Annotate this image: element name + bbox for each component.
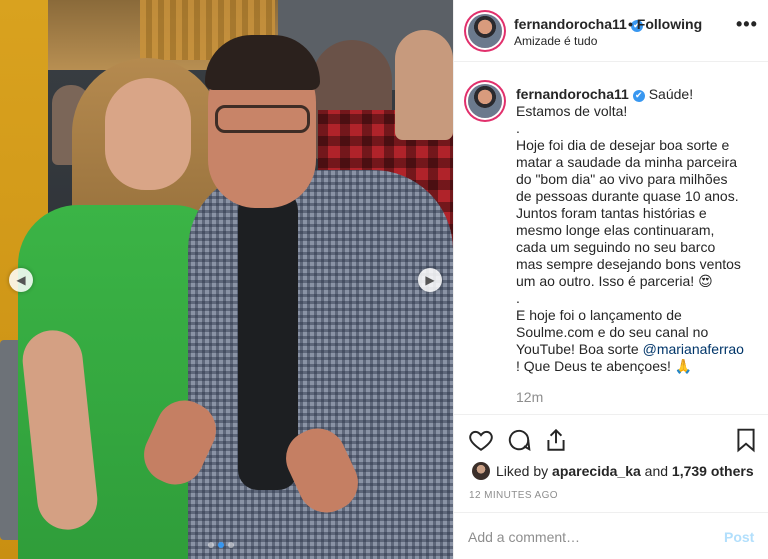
previous-photo-button[interactable]: ◀ (9, 268, 33, 292)
likes-count-link[interactable]: 1,739 others (672, 463, 754, 479)
caption-line: um ao outro. Isso é parceria! 😍 (516, 273, 713, 289)
liked-by-prefix: Liked by (496, 463, 549, 479)
background-person (395, 30, 453, 140)
caption-line: de pessoas durante quase 10 anos. (516, 188, 739, 204)
caption-line: do "bom dia" ao vivo para milhões (516, 171, 728, 187)
following-button[interactable]: Following (637, 16, 702, 32)
caption-line: Estamos de volta! (516, 103, 628, 119)
caption-line: cada um seguindo no seu barco (516, 239, 716, 255)
liker-avatar[interactable] (472, 462, 490, 480)
mention-link[interactable]: @marianaferrao (643, 341, 744, 357)
caption-line: . (516, 290, 520, 306)
liked-by-summary: Liked by aparecida_ka and 1,739 others (472, 462, 754, 480)
post-timestamp[interactable]: 12 MINUTES AGO (469, 490, 558, 501)
avatar[interactable] (468, 84, 502, 118)
caption-line: matar a saudade da minha parceira (516, 154, 738, 170)
comment-icon[interactable] (506, 427, 532, 453)
comment-input[interactable] (468, 527, 698, 547)
caption-text: fernandorocha11 ✔ Saúde! Estamos de volta… (516, 86, 756, 375)
caption-line: ! Que Deus te abençoes! 🙏 (516, 358, 693, 374)
caption-line: E hoje foi o lançamento de (516, 307, 682, 323)
man-glasses (215, 105, 310, 133)
caption-section: fernandorocha11 ✔ Saúde! Estamos de volta… (454, 62, 768, 412)
caption-line: mesmo longe elas continuaram, (516, 222, 715, 238)
username-link[interactable]: fernandorocha11 ✔ (514, 16, 643, 32)
caption-line: mas sempre desejando bons ventos (516, 256, 741, 272)
chevron-left-icon: ◀ (16, 273, 26, 287)
post-side-panel: fernandorocha11 ✔ • Following Amizade é t… (453, 0, 768, 559)
separator-dot: • (628, 16, 633, 32)
next-photo-button[interactable]: ▶ (418, 268, 442, 292)
carousel-dot (208, 542, 214, 548)
caption-username[interactable]: fernandorocha11 (516, 86, 629, 102)
liker-username-link[interactable]: aparecida_ka (552, 463, 641, 479)
carousel-dots (208, 542, 234, 548)
caption-line: YouTube! Boa sorte @marianaferrao (516, 341, 756, 358)
caption-first-line: Saúde! (648, 86, 694, 102)
heart-icon[interactable] (468, 427, 494, 453)
post-header: fernandorocha11 ✔ • Following Amizade é t… (454, 0, 768, 62)
caption-line: Juntos foram tantas histórias e (516, 205, 707, 221)
caption-line: fernandorocha11 ✔ Saúde! (516, 86, 756, 103)
more-options-icon[interactable]: ••• (736, 14, 758, 35)
caption-line: Soulme.com e do seu canal no (516, 324, 709, 340)
bookmark-icon[interactable] (733, 427, 759, 453)
carousel-dot (228, 542, 234, 548)
post-comment-button[interactable]: Post (724, 529, 754, 545)
location-subtitle[interactable]: Amizade é tudo (514, 34, 597, 48)
follow-status[interactable]: • Following (628, 16, 702, 32)
post-photo[interactable]: ◀ ▶ (0, 0, 453, 559)
avatar[interactable] (468, 14, 502, 48)
comment-box: Post (454, 512, 768, 559)
verified-badge-icon: ✔ (632, 90, 645, 102)
caption-line-text: YouTube! Boa sorte (516, 341, 639, 357)
caption-line: . (516, 120, 520, 136)
woman-face (105, 78, 191, 190)
caption-relative-time: 12m (516, 389, 544, 405)
username-text: fernandorocha11 (514, 16, 627, 32)
caption-line: Hoje foi dia de desejar boa sorte e (516, 137, 730, 153)
chevron-right-icon: ▶ (425, 273, 435, 287)
share-icon[interactable] (543, 427, 569, 453)
liked-by-and: and (644, 463, 669, 479)
carousel-dot-active (218, 542, 224, 548)
